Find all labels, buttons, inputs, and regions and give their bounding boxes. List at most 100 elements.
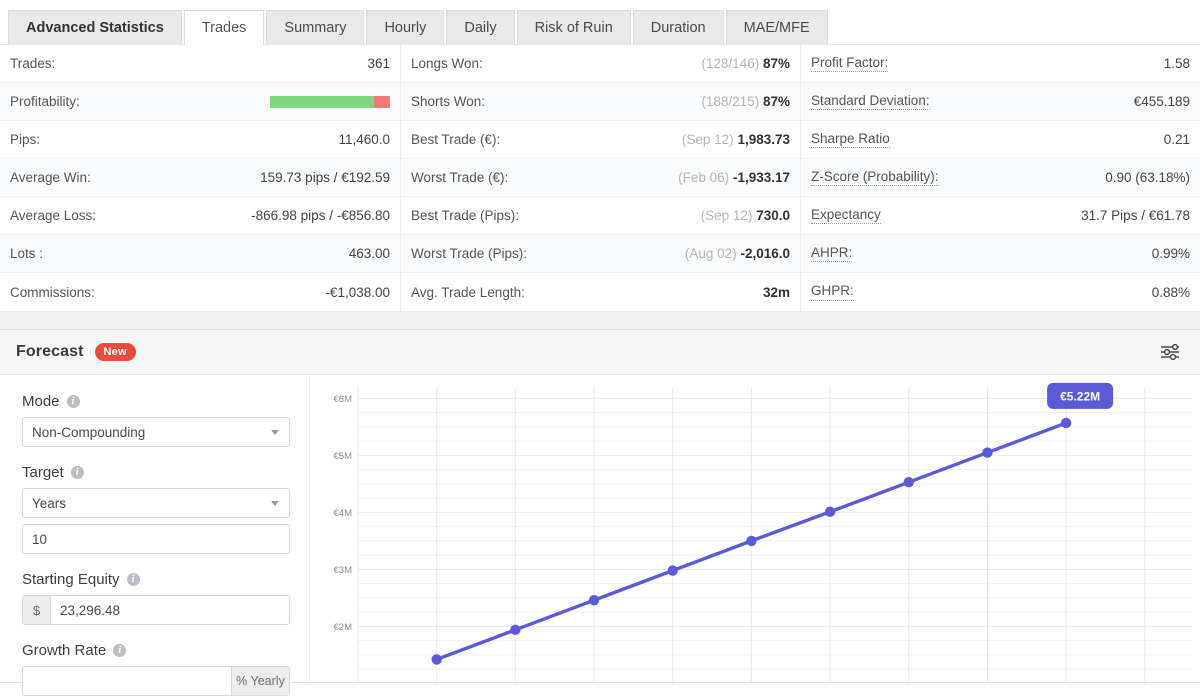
forecast-chart-svg: €6M €5M €4M €3M €2M €5.22M — [334, 382, 1192, 682]
mode-select-value: Non-Compounding — [32, 424, 146, 440]
new-badge: New — [94, 343, 136, 361]
y-axis-tick-label: €5M — [334, 451, 353, 462]
stat-row: GHPR: 0.88% — [801, 273, 1200, 311]
stat-value-main: 87% — [762, 56, 790, 71]
stats-column-1: Trades: 361 Profitability: Pips: 11,460.0 Ave… — [0, 45, 400, 311]
stat-value: (Aug 02) -2,016.0 — [685, 246, 790, 261]
starting-equity-label-row: Starting Equity i — [22, 571, 289, 588]
stats-column-3: Profit Factor: 1.58 Standard Deviation: €45… — [800, 45, 1200, 311]
info-icon[interactable]: i — [113, 644, 127, 657]
stat-value: 0.21 — [1163, 132, 1190, 147]
data-point[interactable] — [588, 594, 600, 606]
stat-value: 31.7 Pips / €61.78 — [1081, 208, 1190, 223]
data-point[interactable] — [431, 654, 442, 665]
tab-risk-of-ruin[interactable]: Risk of Ruin — [516, 10, 631, 45]
stat-value: 1.58 — [1163, 56, 1190, 71]
stat-label: Average Loss: — [10, 208, 97, 223]
stat-value-context: (188/215) — [701, 94, 760, 109]
stat-label[interactable]: Z-Score (Probability): — [811, 169, 939, 187]
tab-bar: Advanced Statistics Trades Summary Hourly Da… — [0, 0, 1200, 45]
stat-label: Shorts Won: — [411, 94, 486, 109]
stat-value: 32m — [763, 285, 790, 300]
stat-row: Trades: 361 — [0, 45, 400, 83]
target-unit-value: Years — [32, 495, 67, 511]
target-label-row: Target i — [22, 464, 289, 481]
tab-label: Duration — [650, 20, 706, 36]
stat-label[interactable]: Profit Factor: — [811, 55, 889, 73]
stat-value-context: (Sep 12) — [681, 132, 734, 147]
stat-row: Standard Deviation: €455.189 — [801, 83, 1200, 121]
starting-equity-value[interactable]: 23,296.48 — [51, 596, 289, 624]
tab-label: Summary — [284, 20, 347, 36]
target-count-input[interactable]: 10 — [22, 524, 290, 554]
stat-value: 361 — [367, 56, 390, 71]
chart-tooltip: €5.22M — [1047, 382, 1114, 409]
stat-label: Pips: — [10, 132, 41, 147]
section-divider — [0, 312, 1200, 329]
growth-rate-label-row: Growth Rate i — [22, 642, 289, 659]
stat-value-main: 1,983.73 — [737, 132, 790, 147]
stat-value: (Sep 12) 730.0 — [701, 208, 790, 223]
stat-label[interactable]: Sharpe Ratio — [811, 131, 890, 149]
data-point[interactable] — [982, 447, 993, 458]
mode-select[interactable]: Non-Compounding — [22, 417, 290, 447]
stat-value-main: 730.0 — [756, 208, 790, 223]
tab-trades[interactable]: Trades — [183, 10, 265, 45]
stat-value-main: -1,933.17 — [732, 170, 790, 185]
tab-summary[interactable]: Summary — [266, 10, 365, 45]
forecast-card-body: Mode i Non-Compounding Target i Years 10… — [0, 375, 1200, 696]
tooltip-label: €5.22M — [1060, 389, 1100, 403]
stat-row: Profit Factor: 1.58 — [801, 45, 1200, 83]
mode-label-row: Mode i — [22, 393, 289, 410]
growth-rate-input-group[interactable]: % Yearly — [22, 666, 290, 696]
sliders-icon[interactable] — [1156, 338, 1184, 366]
starting-equity-label: Starting Equity — [22, 571, 120, 588]
info-icon[interactable]: i — [126, 573, 140, 586]
stat-label[interactable]: GHPR: — [811, 283, 854, 301]
growth-rate-suffix: % Yearly — [231, 667, 289, 695]
growth-rate-value[interactable] — [23, 667, 231, 695]
starting-equity-field-group: Starting Equity i $ 23,296.48 — [22, 571, 290, 625]
data-point[interactable] — [1060, 417, 1072, 429]
stat-value-main: -2,016.0 — [740, 246, 790, 261]
stat-row: AHPR: 0.99% — [801, 235, 1200, 273]
stat-row: Profitability: — [0, 83, 400, 121]
stat-label: Best Trade (Pips): — [411, 208, 520, 223]
stat-label[interactable]: Expectancy — [811, 207, 881, 225]
starting-equity-input-group[interactable]: $ 23,296.48 — [22, 595, 290, 625]
chevron-down-icon — [271, 430, 279, 435]
target-field-group: Target i Years 10 — [22, 464, 290, 554]
stat-label[interactable]: Standard Deviation: — [811, 93, 930, 111]
stat-label: Worst Trade (€): — [411, 170, 509, 185]
target-unit-select[interactable]: Years — [22, 488, 290, 518]
stat-label: Worst Trade (Pips): — [411, 246, 528, 261]
statistics-grid: Trades: 361 Profitability: Pips: 11,460.0 Ave… — [0, 45, 1200, 312]
forecast-chart[interactable]: €6M €5M €4M €3M €2M €5.22M — [310, 375, 1200, 682]
stat-row: Pips: 11,460.0 — [0, 121, 400, 159]
stat-label[interactable]: AHPR: — [811, 245, 853, 263]
stat-label: Avg. Trade Length: — [411, 284, 525, 300]
tab-duration[interactable]: Duration — [632, 10, 724, 45]
tab-hourly[interactable]: Hourly — [366, 10, 445, 45]
stat-value-context: (Feb 06) — [678, 170, 730, 185]
data-point[interactable] — [824, 506, 836, 518]
stat-row: Sharpe Ratio 0.21 — [801, 121, 1200, 159]
stat-row: Lots : 463.00 — [0, 235, 400, 273]
stat-value: (128/146) 87% — [701, 56, 790, 71]
stat-value-context: (128/146) — [701, 56, 760, 71]
stat-label: Trades: — [10, 56, 56, 71]
data-point[interactable] — [746, 535, 757, 547]
mode-field-group: Mode i Non-Compounding — [22, 393, 290, 447]
data-point[interactable] — [903, 476, 914, 488]
tab-daily[interactable]: Daily — [446, 10, 515, 45]
stat-value: (188/215) 87% — [701, 94, 790, 109]
tab-label: Hourly — [384, 20, 427, 36]
tab-advanced-statistics[interactable]: Advanced Statistics — [8, 10, 182, 45]
info-icon[interactable]: i — [70, 466, 84, 479]
data-point[interactable] — [667, 565, 678, 576]
tab-mae-mfe[interactable]: MAE/MFE — [725, 10, 828, 45]
info-icon[interactable]: i — [66, 395, 80, 408]
forecast-card: Forecast New Mode i Non-Compounding Targ… — [0, 329, 1200, 696]
stat-value: 0.90 (63.18%) — [1105, 170, 1190, 185]
data-point[interactable] — [510, 624, 521, 636]
